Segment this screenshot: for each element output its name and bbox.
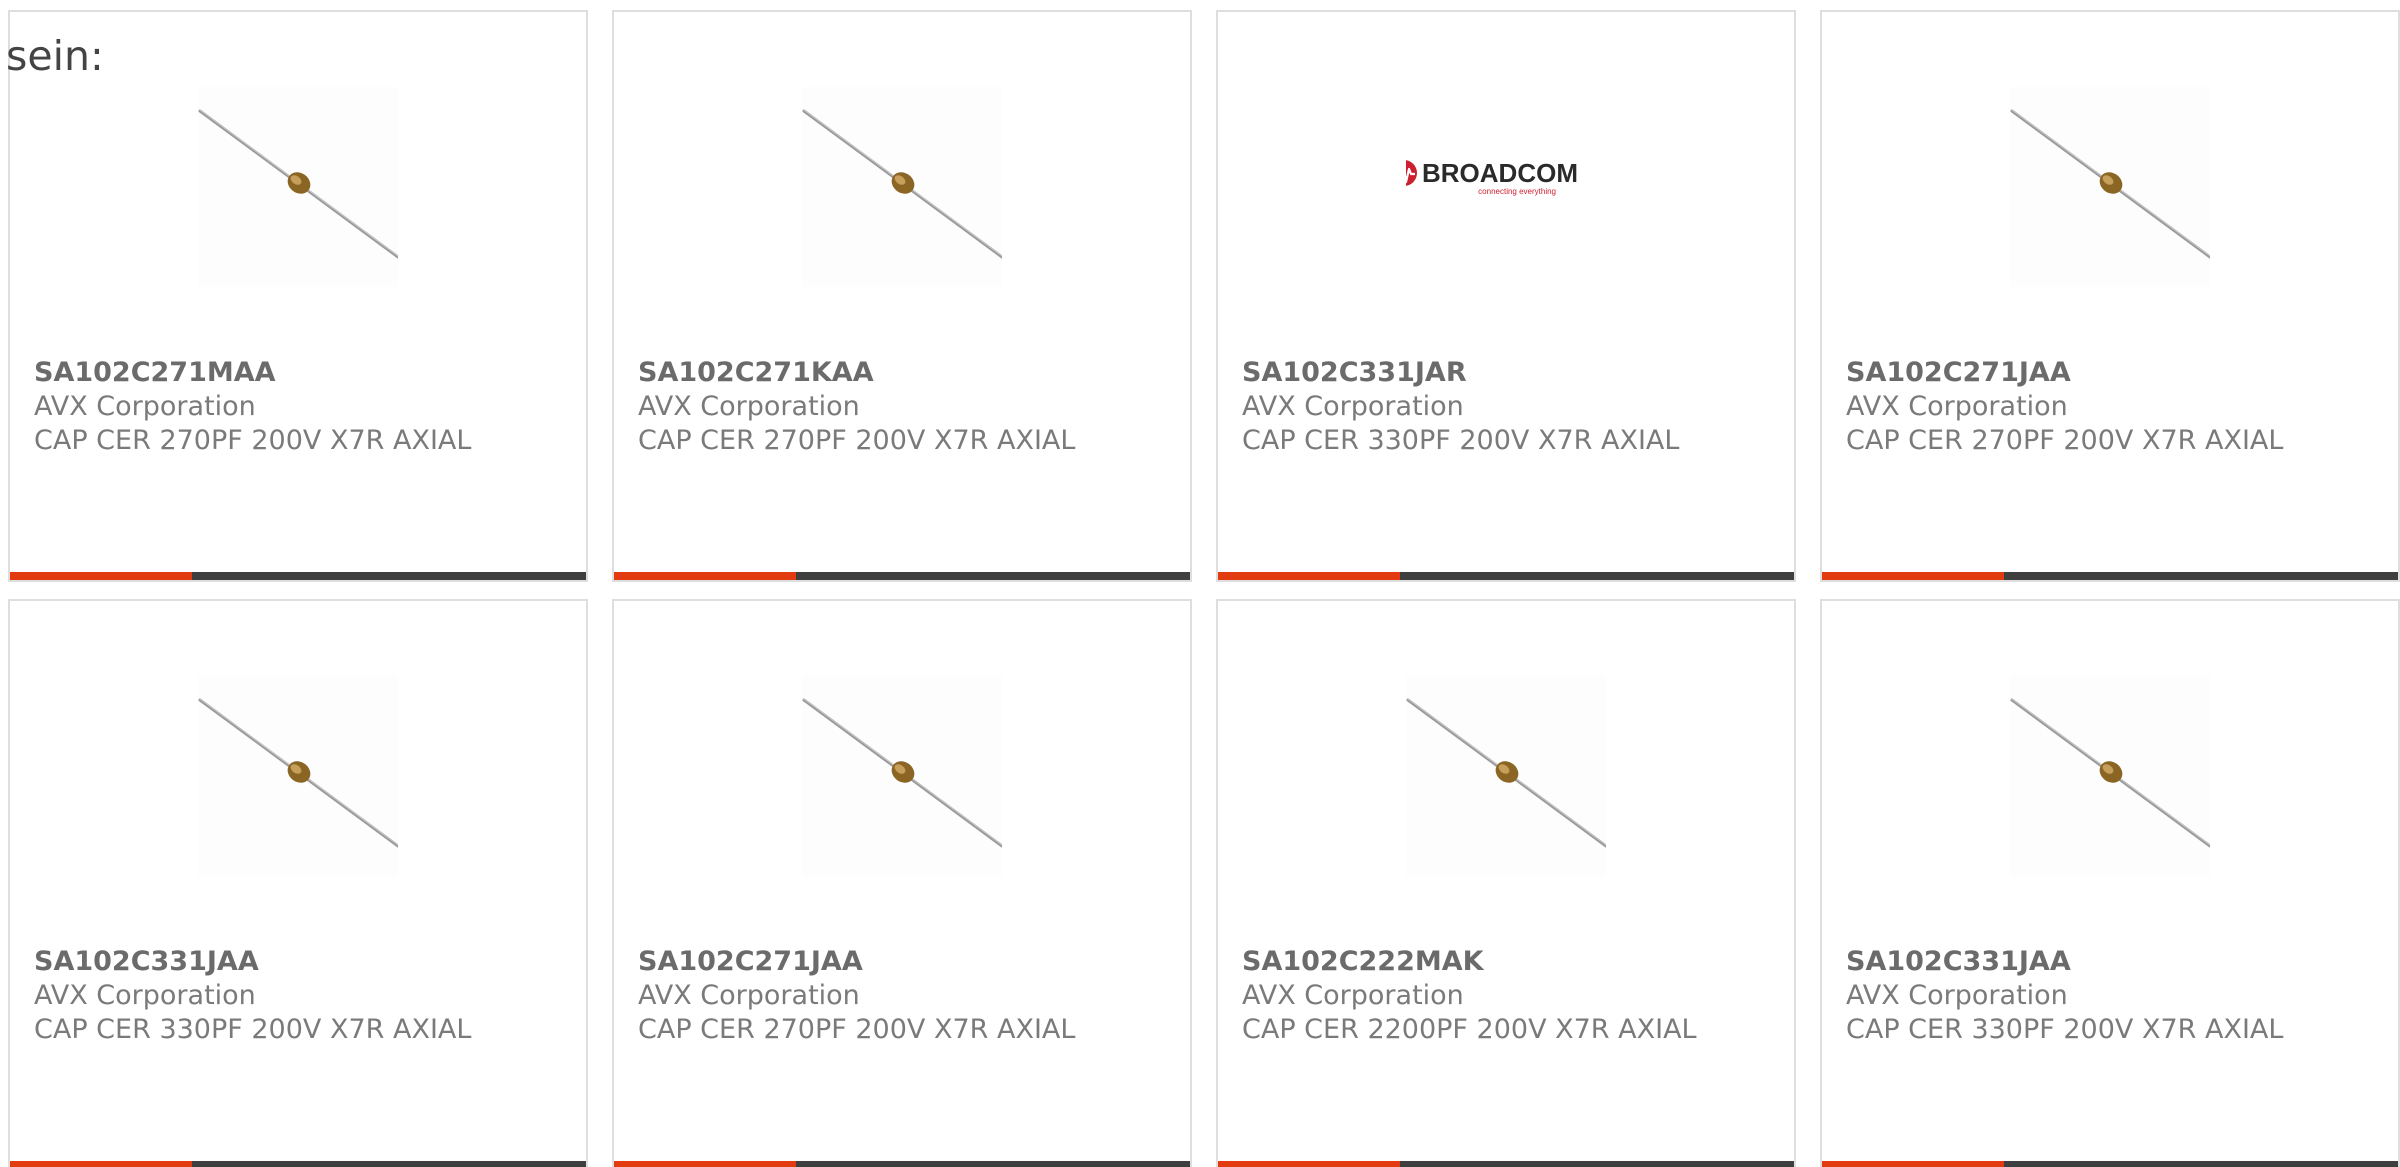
svg-text:connecting everything: connecting everything (1478, 187, 1556, 196)
manufacturer-name: AVX Corporation (34, 391, 256, 422)
card-accent-bar (1822, 1161, 2398, 1167)
part-number[interactable]: SA102C271JAA (1846, 356, 2378, 390)
card-accent-bar (10, 1161, 586, 1167)
product-description: CAP CER 270PF 200V X7R AXIAL (638, 425, 1076, 456)
product-info: SA102C271JAA AVX Corporation CAP CER 270… (638, 945, 1170, 1047)
product-description: CAP CER 270PF 200V X7R AXIAL (638, 1014, 1076, 1045)
capacitor-image (2010, 676, 2210, 876)
broadcom-logo: BROADCOM connecting everything (1406, 87, 1606, 287)
capacitor-image (1406, 676, 1606, 876)
product-card[interactable]: BROADCOM connecting everything SA102C331… (1216, 10, 1796, 582)
card-accent-segment (614, 572, 796, 580)
card-accent-bar (614, 1161, 1190, 1167)
card-accent-segment (1218, 1161, 1400, 1167)
product-grid: SA102C271MAA AVX Corporation CAP CER 270… (8, 10, 2400, 1167)
part-number[interactable]: SA102C222MAK (1242, 945, 1774, 979)
card-accent-bar (1218, 572, 1794, 580)
part-number[interactable]: SA102C271KAA (638, 356, 1170, 390)
product-card[interactable]: SA102C271JAA AVX Corporation CAP CER 270… (612, 599, 1192, 1167)
manufacturer-name: AVX Corporation (1846, 391, 2068, 422)
product-card[interactable]: SA102C271KAA AVX Corporation CAP CER 270… (612, 10, 1192, 582)
product-image[interactable] (198, 676, 398, 876)
product-description: CAP CER 270PF 200V X7R AXIAL (34, 425, 472, 456)
card-accent-bar (1822, 572, 2398, 580)
manufacturer-name: AVX Corporation (638, 391, 860, 422)
product-description: CAP CER 330PF 200V X7R AXIAL (34, 1014, 472, 1045)
product-info: SA102C331JAR AVX Corporation CAP CER 330… (1242, 356, 1774, 458)
product-description: CAP CER 330PF 200V X7R AXIAL (1846, 1014, 2284, 1045)
product-image[interactable] (802, 676, 1002, 876)
part-number[interactable]: SA102C331JAR (1242, 356, 1774, 390)
capacitor-image (2010, 87, 2210, 287)
product-description: CAP CER 2200PF 200V X7R AXIAL (1242, 1014, 1697, 1045)
product-card[interactable]: SA102C222MAK AVX Corporation CAP CER 220… (1216, 599, 1796, 1167)
card-accent-segment (614, 1161, 796, 1167)
part-number[interactable]: SA102C271MAA (34, 356, 566, 390)
card-accent-bar (1218, 1161, 1794, 1167)
product-info: SA102C271JAA AVX Corporation CAP CER 270… (1846, 356, 2378, 458)
product-image[interactable]: BROADCOM connecting everything (1406, 87, 1606, 287)
manufacturer-name: AVX Corporation (1846, 980, 2068, 1011)
product-info: SA102C271MAA AVX Corporation CAP CER 270… (34, 356, 566, 458)
card-accent-segment (1822, 572, 2004, 580)
product-card[interactable]: SA102C271MAA AVX Corporation CAP CER 270… (8, 10, 588, 582)
product-card[interactable]: SA102C331JAA AVX Corporation CAP CER 330… (1820, 599, 2400, 1167)
product-info: SA102C271KAA AVX Corporation CAP CER 270… (638, 356, 1170, 458)
product-description: CAP CER 330PF 200V X7R AXIAL (1242, 425, 1680, 456)
product-image[interactable] (2010, 676, 2210, 876)
product-card[interactable]: SA102C271JAA AVX Corporation CAP CER 270… (1820, 10, 2400, 582)
svg-text:BROADCOM: BROADCOM (1422, 158, 1578, 188)
manufacturer-name: AVX Corporation (34, 980, 256, 1011)
manufacturer-name: AVX Corporation (1242, 391, 1464, 422)
card-accent-segment (10, 572, 192, 580)
capacitor-image (198, 676, 398, 876)
product-image[interactable] (802, 87, 1002, 287)
capacitor-image (802, 676, 1002, 876)
product-results-page: sein: SA102C271MAA AVX Corporation CAP C… (0, 0, 2400, 1167)
card-accent-segment (10, 1161, 192, 1167)
card-accent-bar (10, 572, 586, 580)
capacitor-image (802, 87, 1002, 287)
card-accent-bar (614, 572, 1190, 580)
manufacturer-name: AVX Corporation (1242, 980, 1464, 1011)
product-info: SA102C222MAK AVX Corporation CAP CER 220… (1242, 945, 1774, 1047)
part-number[interactable]: SA102C331JAA (34, 945, 566, 979)
intro-text: sein: (6, 32, 104, 80)
card-accent-segment (1218, 572, 1400, 580)
product-image[interactable] (2010, 87, 2210, 287)
product-description: CAP CER 270PF 200V X7R AXIAL (1846, 425, 2284, 456)
product-info: SA102C331JAA AVX Corporation CAP CER 330… (1846, 945, 2378, 1047)
product-image[interactable] (198, 87, 398, 287)
card-accent-segment (1822, 1161, 2004, 1167)
product-card[interactable]: SA102C331JAA AVX Corporation CAP CER 330… (8, 599, 588, 1167)
product-info: SA102C331JAA AVX Corporation CAP CER 330… (34, 945, 566, 1047)
manufacturer-name: AVX Corporation (638, 980, 860, 1011)
capacitor-image (198, 87, 398, 287)
part-number[interactable]: SA102C271JAA (638, 945, 1170, 979)
product-image[interactable] (1406, 676, 1606, 876)
part-number[interactable]: SA102C331JAA (1846, 945, 2378, 979)
